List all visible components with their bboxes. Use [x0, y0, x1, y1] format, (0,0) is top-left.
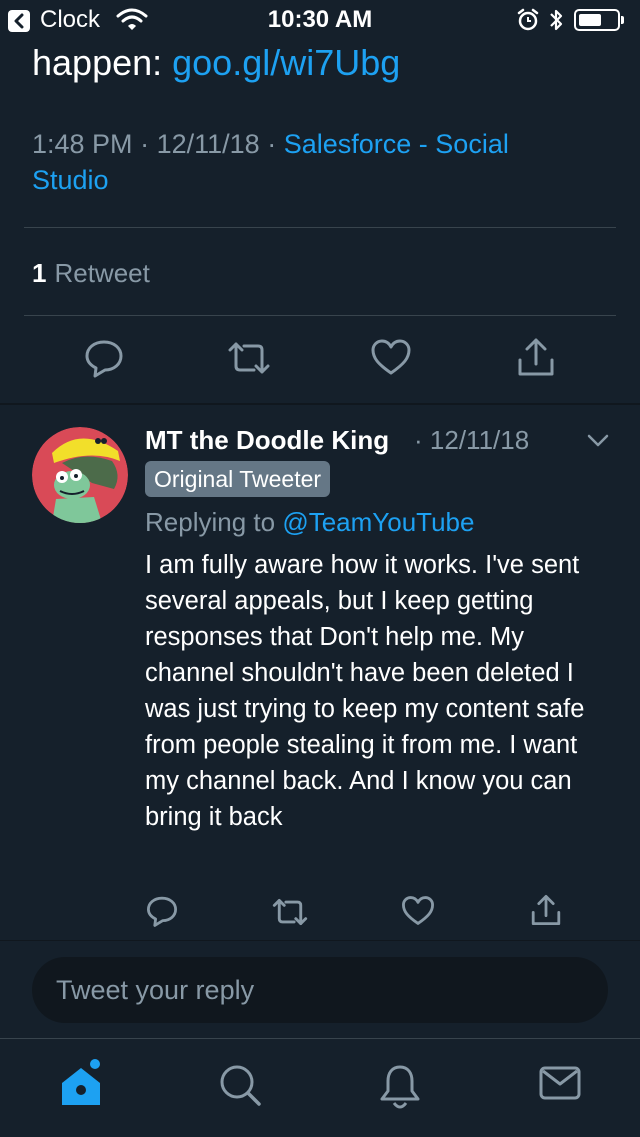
- divider: [24, 315, 616, 316]
- like-icon[interactable]: [370, 338, 412, 376]
- notifications-icon: [380, 1065, 420, 1109]
- search-icon: [220, 1065, 261, 1106]
- chevron-down-icon[interactable]: [586, 433, 610, 449]
- tweet-reply-input[interactable]: [32, 957, 608, 1023]
- reply-body-text: I am fully aware how it works. I've sent…: [145, 551, 585, 831]
- tab-bar: [0, 1038, 640, 1137]
- home-new-indicator: [90, 1059, 100, 1069]
- reply-author-name[interactable]: MT the Doodle King: [145, 425, 389, 456]
- tweet-link[interactable]: goo.gl/wi7Ubg: [172, 42, 400, 83]
- divider: [24, 227, 616, 228]
- messages-icon: [539, 1066, 581, 1100]
- reply-tweet[interactable]: MT the Doodle King · 12/11/18 Original T…: [0, 405, 640, 939]
- meta-separator: ·: [140, 129, 150, 159]
- reply-date-value: 12/11/18: [429, 425, 530, 455]
- retweet-stats[interactable]: 1 Retweet: [32, 258, 150, 289]
- tweet-time: 1:48 PM: [32, 129, 133, 159]
- status-time: 10:30 AM: [267, 6, 373, 33]
- original-tweeter-badge: Original Tweeter: [145, 461, 331, 497]
- like-icon[interactable]: [401, 895, 435, 926]
- battery-icon: [574, 9, 624, 31]
- tab-notifications[interactable]: [378, 1063, 422, 1116]
- avatar[interactable]: [32, 427, 128, 523]
- retweet-icon[interactable]: [226, 340, 272, 376]
- tweet-action-row: [0, 336, 640, 384]
- avatar-image: [32, 427, 128, 523]
- reply-icon[interactable]: [84, 338, 124, 378]
- replying-prefix: Replying to: [145, 507, 283, 537]
- tweet-date: 12/11/18: [156, 129, 260, 159]
- bluetooth-icon: [550, 9, 563, 31]
- retweet-label: Retweet: [54, 258, 150, 288]
- share-icon[interactable]: [530, 893, 562, 927]
- reply-date: · 12/11/18: [414, 425, 529, 456]
- tab-home[interactable]: [58, 1059, 104, 1114]
- tweet-meta: 1:48 PM · 12/11/18 · Salesforce - Social…: [32, 126, 592, 198]
- alarm-icon: [517, 8, 539, 31]
- reply-action-row: [0, 893, 640, 933]
- reply-icon[interactable]: [146, 895, 178, 927]
- tweet-text: happen: goo.gl/wi7Ubg: [32, 42, 400, 84]
- home-icon: [62, 1068, 100, 1105]
- reply-composer: [0, 940, 640, 1037]
- replying-to: Replying to @TeamYouTube: [145, 507, 474, 538]
- status-bar: Clock 10:30 AM: [0, 0, 640, 40]
- tab-search[interactable]: [218, 1063, 262, 1112]
- tweet-text-prefix: happen:: [32, 42, 173, 83]
- replying-handle-link[interactable]: @TeamYouTube: [282, 507, 474, 537]
- retweet-count: 1: [32, 258, 47, 288]
- tab-messages[interactable]: [538, 1063, 582, 1108]
- meta-separator: ·: [267, 129, 277, 159]
- retweet-icon[interactable]: [271, 897, 309, 927]
- meta-separator: ·: [414, 425, 423, 455]
- share-icon[interactable]: [516, 336, 556, 378]
